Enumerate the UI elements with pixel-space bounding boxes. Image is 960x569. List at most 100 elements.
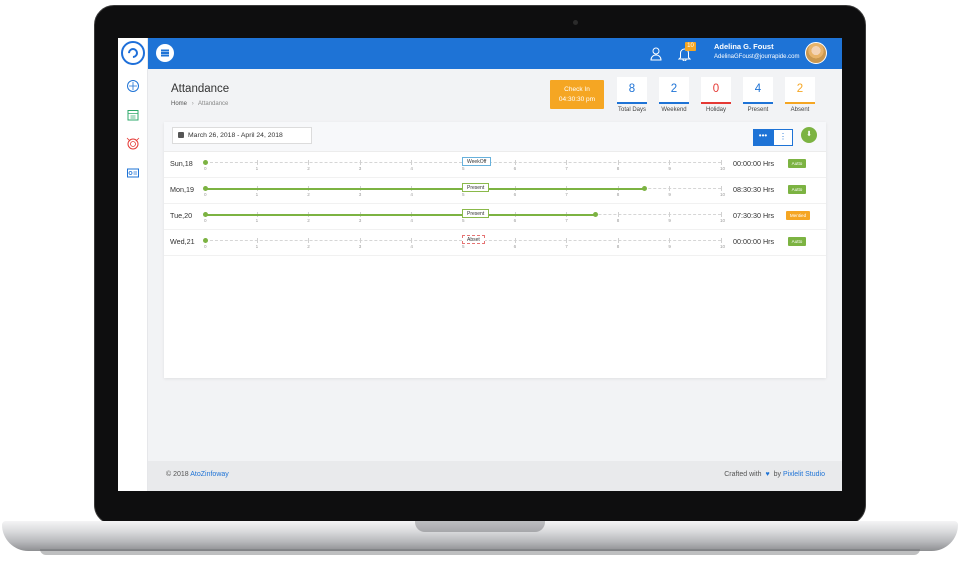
timeline-tick-label: 1 [255, 166, 259, 171]
breadcrumb: Home › Attandance [171, 101, 228, 107]
main-content: Attandance Home › Attandance Check In 04… [148, 69, 842, 461]
row-day: Mon,19 [170, 185, 194, 194]
timeline-tick-label: 0 [204, 244, 207, 249]
footer-credit: Crafted with ♥ by Pixlelit Studio [724, 471, 825, 478]
timeline-tick [566, 160, 568, 165]
timeline-tick-label: 7 [565, 192, 568, 197]
timeline-tick [617, 212, 619, 217]
logo-icon[interactable] [121, 41, 145, 65]
timeline-tick-label: 2 [307, 244, 310, 249]
timeline-tick-label: 6 [513, 192, 517, 197]
more-vertical-button[interactable]: ⋮ [773, 129, 793, 146]
notification-badge: 10 [685, 42, 696, 51]
worked-hours-bar [205, 188, 644, 190]
timeline-tick-label: 1 [255, 218, 259, 223]
row-day: Wed,21 [170, 237, 195, 246]
stat-label: Total Days [617, 107, 646, 113]
stat-value: 0 [712, 83, 720, 95]
timeline-tick-label: 4 [410, 192, 413, 197]
timeline-tick-label: 2 [307, 218, 310, 223]
timeline-tick [359, 238, 361, 243]
timeline-tick [566, 238, 568, 243]
timeline-track: 0 1 2 3 4 5 6 7 8 9 10 Present [203, 183, 725, 197]
status-label: WeekOff [462, 157, 492, 166]
timeline-tick [256, 160, 258, 165]
id-card-icon[interactable] [125, 166, 141, 180]
row-tag: Mentied [786, 211, 810, 220]
row-day: Tue,20 [170, 211, 193, 220]
timeline-tick-label: 2 [307, 192, 310, 197]
row-tag: Autto [788, 237, 806, 246]
timeline-tick [721, 186, 722, 191]
timeline-tick-label: 4 [410, 166, 413, 171]
date-range-picker[interactable]: March 26, 2018 - April 24, 2018 [172, 127, 312, 144]
check-in-time: 04:30:30 pm [558, 96, 596, 103]
timeline-tick-label: 3 [358, 192, 362, 197]
app-screen: 10 Adelina G. Foust AdelinaGFoust@jourra… [118, 38, 842, 491]
stat-value: 2 [670, 83, 678, 95]
breadcrumb-home[interactable]: Home [171, 101, 187, 107]
stat-present: 4 [743, 77, 773, 104]
attendance-row: Sun,18 0 1 2 3 4 5 6 7 8 9 10 WeekOff 00:00:00 Hrs Aut… [164, 152, 826, 178]
timeline-tick [514, 160, 516, 165]
timeline-tick-label: 4 [410, 244, 413, 249]
date-range-value: March 26, 2018 - April 24, 2018 [188, 132, 283, 139]
timeline-tick [669, 238, 671, 243]
attendance-row: Wed,21 0 1 2 3 4 5 6 7 8 9 10 Abset 00:00:00 Hrs Autto [164, 230, 826, 256]
stat-label: Absent [790, 107, 810, 113]
timeline-tick-label: 8 [616, 244, 620, 249]
timeline-tick-label: 10 [720, 244, 726, 249]
timeline-tick [669, 186, 671, 191]
company-link[interactable]: AtoZinfoway [190, 471, 229, 478]
row-tag: Autto [788, 185, 806, 194]
timeline-tick-label: 8 [616, 218, 620, 223]
avatar[interactable] [805, 42, 827, 64]
attendance-row: Mon,19 0 1 2 3 4 5 6 7 8 9 10 Present 08:30:30 Hrs Aut… [164, 178, 826, 204]
row-hours: 07:30:30 Hrs [733, 211, 775, 220]
user-icon[interactable] [650, 47, 662, 61]
laptop-notch [415, 521, 545, 532]
card-header: March 26, 2018 - April 24, 2018 ••• ⋮ ⬇ [164, 122, 826, 152]
timeline-tick-label: 5 [462, 244, 465, 249]
status-label: Abset [462, 235, 485, 244]
timeline-tick [617, 238, 619, 243]
timeline-tick-label: 5 [462, 192, 465, 197]
heart-icon: ♥ [765, 471, 770, 478]
user-email: AdelinaGFoust@jourrapide.com [714, 54, 800, 60]
stat-value: 2 [796, 83, 804, 95]
start-dot [203, 212, 208, 217]
timeline-tick-label: 9 [668, 166, 671, 171]
timeline-tick [721, 212, 722, 217]
row-hours: 00:00:00 Hrs [733, 159, 775, 168]
start-dot [203, 186, 208, 191]
timeline-tick-label: 9 [668, 244, 671, 249]
timeline-track: 0 1 2 3 4 5 6 7 8 9 10 Present [203, 209, 725, 223]
check-in-button[interactable]: Check In 04:30:30 pm [550, 80, 604, 109]
stat-label: Present [747, 107, 769, 113]
camera [573, 20, 578, 25]
by-text: by [773, 471, 782, 478]
timeline-tick [669, 160, 671, 165]
download-icon[interactable]: ⬇ [801, 127, 817, 143]
studio-link[interactable]: Pixlelit Studio [783, 471, 825, 478]
row-hours: 00:00:00 Hrs [733, 237, 775, 246]
fingerprint-icon[interactable] [125, 137, 141, 151]
timeline-tick-label: 0 [204, 192, 207, 197]
timeline-tick-label: 6 [513, 244, 517, 249]
stat-value: 4 [754, 83, 762, 95]
stat-label: Holiday [705, 107, 726, 113]
timeline-tick-label: 5 [462, 166, 465, 171]
calendar-icon[interactable] [125, 108, 141, 122]
timeline-tick [308, 238, 310, 243]
status-label: Present [462, 183, 490, 192]
timeline-tick [256, 238, 258, 243]
check-in-label: Check In [564, 86, 590, 93]
more-horizontal-button[interactable]: ••• [753, 129, 773, 146]
timeline-tick-label: 1 [255, 244, 259, 249]
timeline-track: 0 1 2 3 4 5 6 7 8 9 10 Abset [203, 235, 725, 249]
user-name[interactable]: Adelina G. Foust [714, 42, 774, 51]
dashboard-icon[interactable] [125, 79, 141, 93]
menu-icon[interactable] [156, 44, 174, 62]
start-dot [203, 238, 208, 243]
stat-holiday: 0 [701, 77, 731, 104]
